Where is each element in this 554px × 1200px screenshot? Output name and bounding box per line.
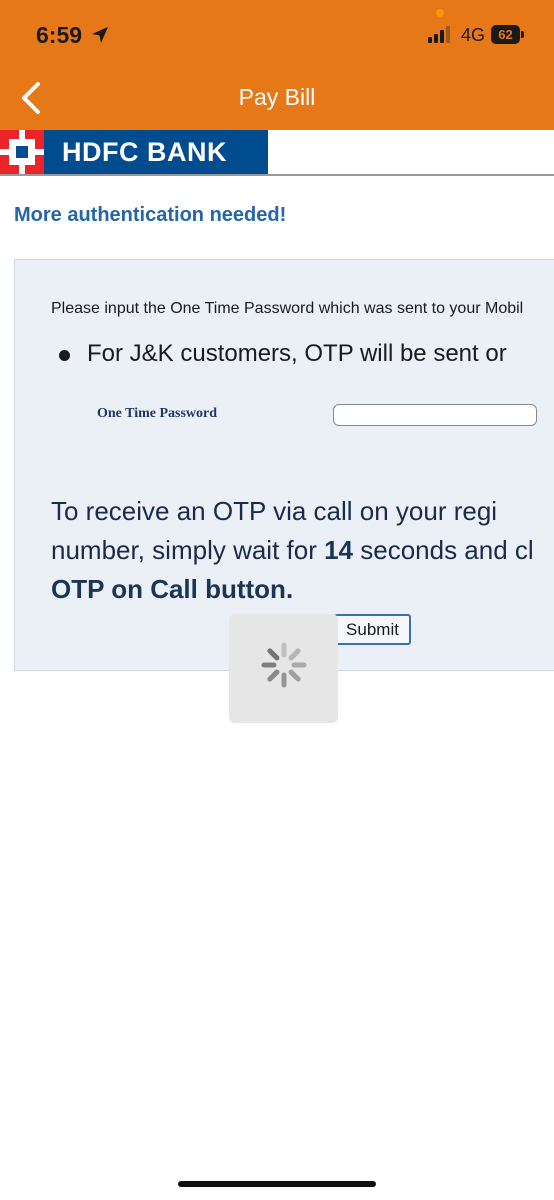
call-line-1: To receive an OTP via call on your regi <box>51 496 498 526</box>
app-header: 6:59 4G 62 Pay Bill <box>0 0 554 130</box>
spinner-icon <box>261 642 307 688</box>
camera-indicator <box>436 9 444 17</box>
otp-call-info: To receive an OTP via call on your regi … <box>51 492 554 609</box>
status-time: 6:59 <box>36 22 83 48</box>
call-line-3-text: OTP on Call button. <box>51 574 294 604</box>
battery-tip <box>521 31 524 38</box>
network-type: 4G <box>461 25 486 45</box>
call-line-2: number, simply wait for 14 seconds and c… <box>51 531 554 570</box>
call-line-3: OTP on Call button. <box>51 570 554 609</box>
battery-icon: 62 <box>491 25 520 44</box>
page-title: Pay Bill <box>238 84 316 110</box>
location-arrow-icon <box>92 27 108 43</box>
otp-instruction: Please input the One Time Password which… <box>51 300 524 317</box>
call-line-2-post: seconds and cl <box>353 535 534 565</box>
home-indicator[interactable] <box>178 1181 376 1187</box>
loading-overlay <box>229 614 338 723</box>
call-seconds: 14 <box>324 535 354 565</box>
otp-input[interactable] <box>333 404 537 426</box>
bullet-icon <box>59 350 70 361</box>
jk-notice: For J&K customers, OTP will be sent or <box>87 340 507 367</box>
otp-panel: Please input the One Time Password which… <box>14 259 554 671</box>
hdfc-logo-icon <box>0 130 44 174</box>
signal-icon <box>428 26 454 43</box>
call-line-2-pre: number, simply wait for <box>51 535 325 565</box>
bank-name: HDFC BANK <box>44 130 268 174</box>
submit-button[interactable]: Submit <box>334 614 411 645</box>
otp-label: One Time Password <box>97 406 218 421</box>
auth-heading: More authentication needed! <box>14 204 287 226</box>
